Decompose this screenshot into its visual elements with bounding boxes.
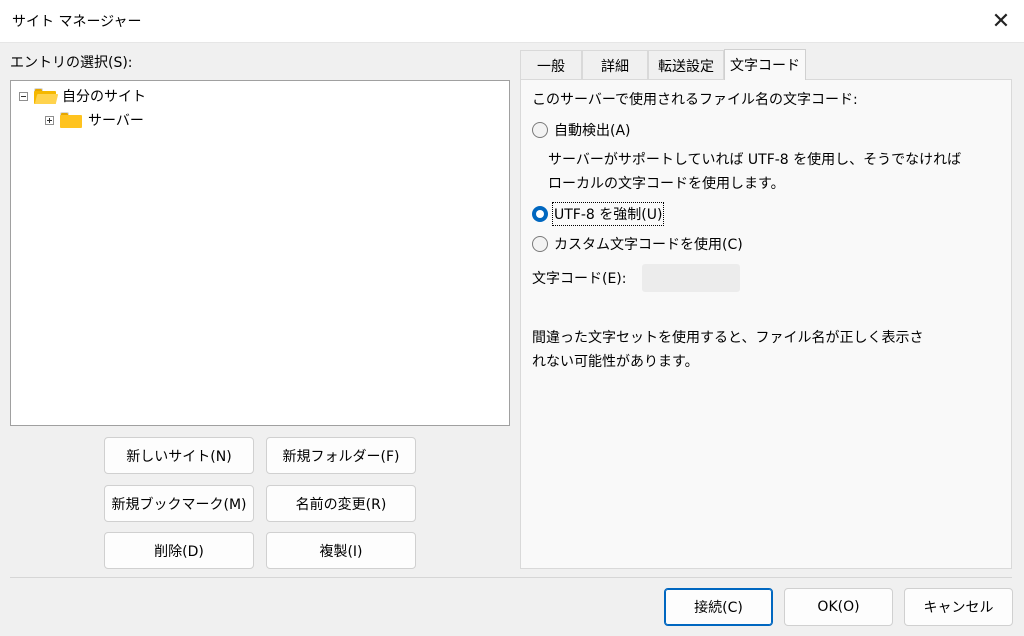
site-tree[interactable]: 自分のサイト サーバー	[10, 80, 510, 426]
entry-select-label: エントリの選択(S):	[10, 55, 133, 71]
tab-advanced[interactable]: 詳細	[582, 50, 648, 80]
title-bar: サイト マネージャー ✕	[0, 0, 1024, 43]
tree-item-label: サーバー	[88, 113, 144, 129]
window-title: サイト マネージャー	[12, 14, 142, 30]
tree-item-label: 自分のサイト	[62, 89, 146, 105]
delete-button[interactable]: 削除(D)	[104, 532, 254, 569]
warning-text-2: れない可能性があります。	[532, 354, 699, 370]
tree-item-server[interactable]: サーバー	[45, 109, 144, 131]
folder-open-icon	[34, 88, 59, 104]
force-utf8-radio[interactable]: UTF-8 を強制(U)	[532, 202, 665, 226]
folder-icon	[60, 112, 82, 128]
duplicate-button[interactable]: 複製(I)	[266, 532, 416, 569]
custom-charset-radio[interactable]: カスタム文字コードを使用(C)	[532, 234, 743, 254]
radio-circle	[532, 236, 548, 252]
radio-label: UTF-8 を強制(U)	[551, 202, 665, 226]
expand-icon[interactable]	[45, 115, 54, 125]
new-bookmark-button[interactable]: 新規ブックマーク(M)	[104, 485, 254, 522]
radio-label: 自動検出(A)	[554, 123, 631, 139]
radio-label: カスタム文字コードを使用(C)	[554, 237, 743, 253]
collapse-icon[interactable]	[19, 91, 28, 101]
tab-general[interactable]: 一般	[520, 50, 582, 80]
charset-heading: このサーバーで使用されるファイル名の文字コード:	[532, 92, 858, 108]
connect-button[interactable]: 接続(C)	[664, 588, 773, 626]
new-site-button[interactable]: 新しいサイト(N)	[104, 437, 254, 474]
radio-circle	[532, 122, 548, 138]
auto-detect-radio[interactable]: 自動検出(A)	[532, 120, 631, 140]
auto-detect-description-1: サーバーがサポートしていれば UTF-8 を使用し、そうでなければ	[548, 152, 962, 168]
radio-circle	[532, 206, 548, 222]
tab-transfer-settings[interactable]: 転送設定	[648, 50, 724, 80]
tab-charset[interactable]: 文字コード	[724, 49, 806, 80]
encoding-label: 文字コード(E):	[532, 271, 627, 287]
warning-text-1: 間違った文字セットを使用すると、ファイル名が正しく表示さ	[532, 330, 924, 346]
auto-detect-description-2: ローカルの文字コードを使用します。	[548, 176, 785, 192]
cancel-button[interactable]: キャンセル	[904, 588, 1013, 626]
ok-button[interactable]: OK(O)	[784, 588, 893, 626]
close-icon[interactable]: ✕	[978, 0, 1024, 42]
encoding-input	[642, 264, 740, 292]
footer-divider	[10, 577, 1012, 578]
tree-item-my-sites[interactable]: 自分のサイト	[19, 85, 146, 107]
new-folder-button[interactable]: 新規フォルダー(F)	[266, 437, 416, 474]
rename-button[interactable]: 名前の変更(R)	[266, 485, 416, 522]
